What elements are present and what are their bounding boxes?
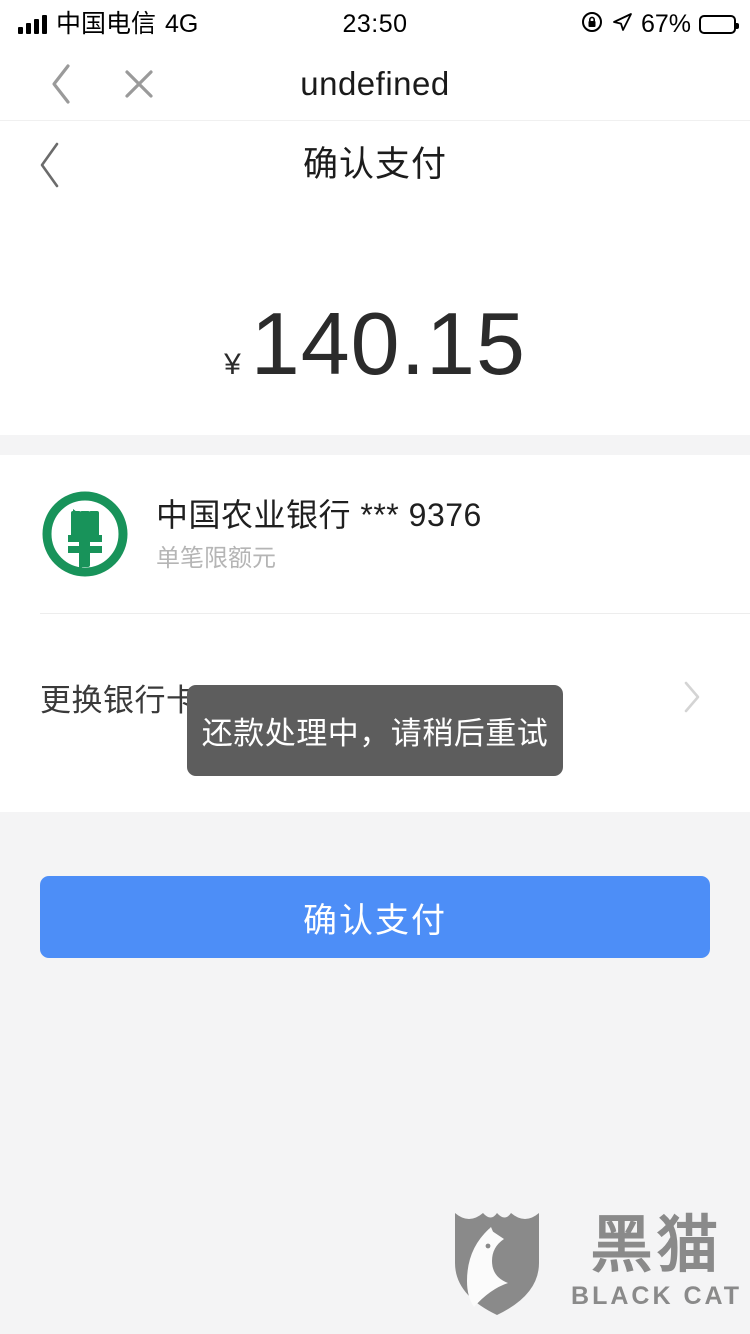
watermark-en-label: BLACK CAT: [571, 1282, 742, 1310]
toast-text: 还款处理中，请稍后重试: [201, 716, 549, 751]
amount-value: 140.15: [250, 294, 526, 393]
webview-nav-bar: undefined: [0, 48, 750, 121]
bank-card-name: 中国农业银行 *** 9376: [156, 496, 482, 533]
toast-message: 还款处理中，请稍后重试: [187, 685, 563, 776]
location-arrow-icon: [611, 11, 633, 38]
rotation-lock-icon: [581, 11, 603, 38]
watermark-cn-label: 黑猫: [590, 1208, 723, 1281]
battery-icon: [699, 14, 739, 34]
section-divider-gap: [0, 435, 750, 455]
currency-symbol: ¥: [224, 348, 241, 381]
bank-card-info: 中国农业银行 *** 9376 单笔限额元: [156, 495, 482, 574]
bank-card-row[interactable]: 中国农业银行 *** 9376 单笔限额元: [0, 455, 750, 613]
change-bank-card-label: 更换银行卡: [40, 682, 198, 718]
page-title: 确认支付: [302, 145, 447, 184]
abc-bank-logo-icon: [40, 489, 130, 579]
watermark-text: 黑猫 BLACK CAT: [571, 1214, 742, 1309]
amount-display: ¥ 140.15: [224, 300, 526, 388]
bank-card-limit-note: 单笔限额元: [156, 544, 276, 572]
page-header: 确认支付: [0, 121, 750, 209]
chevron-right-icon: [678, 681, 706, 713]
amount-section: ¥ 140.15: [0, 209, 750, 435]
watermark: 黑猫 BLACK CAT: [443, 1199, 742, 1324]
confirm-payment-button[interactable]: 确认支付: [40, 876, 710, 958]
status-bar-right: 67%: [581, 0, 739, 48]
black-cat-shield-icon: [443, 1199, 563, 1324]
status-bar: 中国电信 4G 23:50 67%: [0, 0, 750, 48]
battery-percent-label: 67%: [640, 9, 691, 38]
webview-title: undefined: [300, 65, 450, 102]
